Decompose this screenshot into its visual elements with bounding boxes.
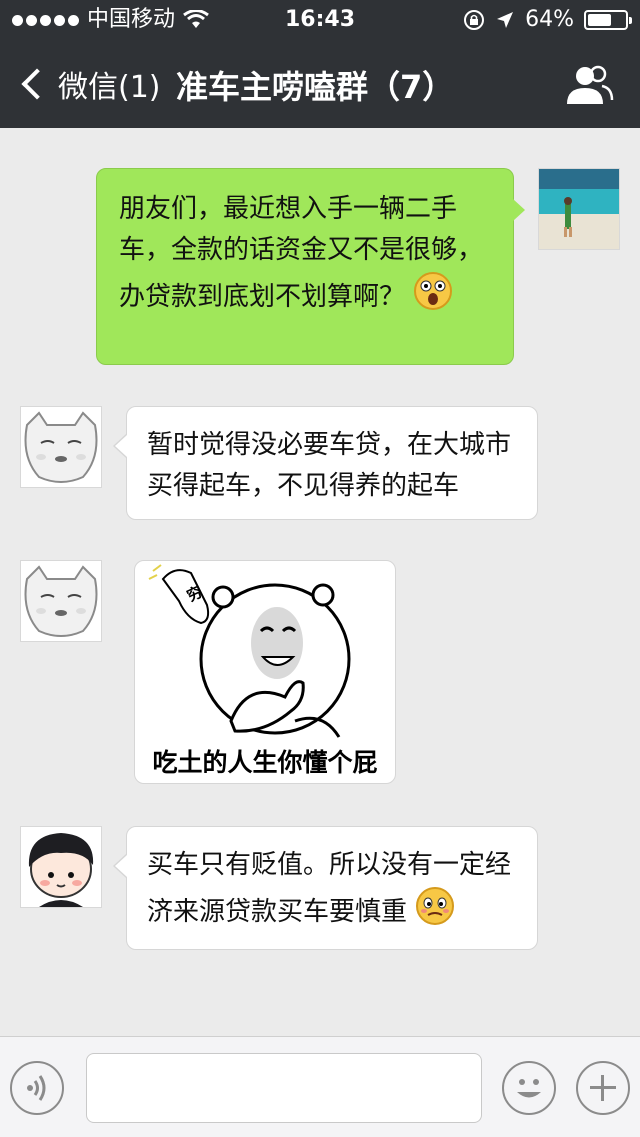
worried-emoji-icon — [415, 886, 455, 939]
battery-icon — [584, 10, 632, 30]
bubble-tail — [513, 199, 525, 221]
location-icon — [497, 12, 514, 28]
status-right: 64% — [463, 0, 632, 40]
add-button[interactable] — [576, 1061, 630, 1115]
beach-photo — [539, 169, 619, 249]
chat-title: 准车主唠嗑群（7） — [176, 68, 455, 106]
rotation-lock-icon — [464, 10, 485, 30]
group-people-icon[interactable] — [564, 64, 614, 106]
battery-percent: 64% — [525, 7, 574, 32]
bubble-tail — [115, 435, 127, 457]
boy-cartoon-avatar — [21, 827, 101, 907]
cat-face-avatar — [21, 407, 101, 487]
message-text: 暂时觉得没必要车贷，在大城市买得起车，不见得养的起车 — [147, 430, 512, 501]
avatar-member-cat[interactable] — [20, 560, 102, 642]
back-button[interactable]: 微信(1) — [16, 62, 161, 106]
avatar-member-cat[interactable] — [20, 406, 102, 488]
voice-button[interactable] — [10, 1061, 64, 1115]
input-bar — [0, 1036, 640, 1137]
voice-icon — [27, 1075, 46, 1101]
surprised-emoji-icon — [413, 271, 453, 324]
message-text: 买车只有贬值。所以没有一定经济来源贷款买车要慎重 — [147, 850, 512, 927]
meme-caption: 吃土的人生你懂个屁 — [152, 748, 378, 777]
message-input[interactable] — [86, 1053, 482, 1123]
chevron-left-icon — [21, 68, 53, 100]
avatar-member-boy[interactable] — [20, 826, 102, 908]
status-bar: 中国移动 16:43 64% — [0, 0, 640, 40]
nav-bar: 微信(1) 准车主唠嗑群（7） — [0, 40, 640, 128]
plus-icon — [590, 1075, 616, 1101]
message-bubble-self[interactable]: 朋友们，最近想入手一辆二手车，全款的话资金又不是很够，办贷款到底划不划算啊？ — [96, 168, 525, 365]
top-bar: 中国移动 16:43 64% 微信(1) 准车主唠嗑群（7） — [0, 0, 640, 128]
meme-drawing — [148, 564, 351, 738]
message-bubble-member2[interactable]: 买车只有贬值。所以没有一定经济来源贷款买车要慎重 — [113, 826, 538, 950]
emoji-icon — [517, 1079, 541, 1098]
back-label: 微信(1) — [58, 70, 161, 105]
bubble-tail — [115, 855, 127, 877]
message-bubble-member1[interactable]: 暂时觉得没必要车贷，在大城市买得起车，不见得养的起车 — [113, 406, 538, 520]
cat-face-avatar — [21, 561, 101, 641]
avatar-self[interactable] — [538, 168, 620, 250]
emoji-button[interactable] — [502, 1061, 556, 1115]
message-image-meme[interactable]: 穷 吃土的人生你懂个屁 — [134, 560, 396, 784]
